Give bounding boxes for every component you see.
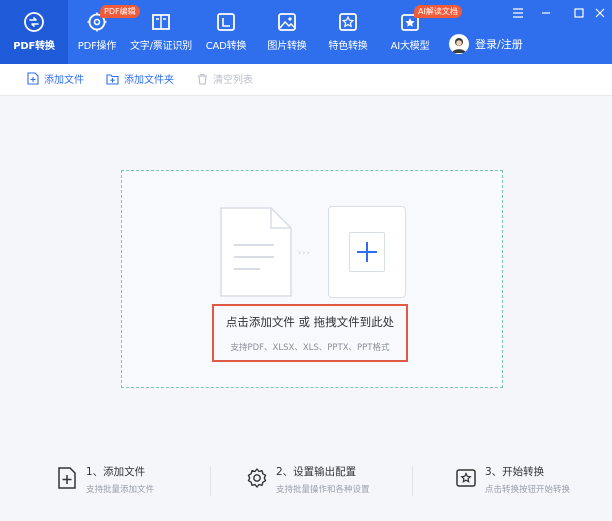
step-output-settings: 2、设置输出配置 支持批量操作和各种设置 <box>246 464 370 495</box>
step-add-file: 1、添加文件 支持批量添加文件 <box>56 464 154 495</box>
nav-tab-label: 图片转换 <box>267 41 307 52</box>
clear-list-button[interactable]: 清空列表 <box>197 71 253 86</box>
step-divider <box>210 466 211 496</box>
login-register-button[interactable]: 登录/注册 <box>449 34 523 54</box>
arrow-indicator-icon: ››› <box>298 248 311 257</box>
maximize-icon <box>574 8 584 18</box>
nav-tab-label: 特色转换 <box>328 41 368 52</box>
ai-doc-badge: AI解读文档 <box>414 5 462 18</box>
step-description: 点击转换按钮开始转换 <box>485 485 571 495</box>
add-folder-button[interactable]: 添加文件夹 <box>106 71 174 86</box>
avatar-icon <box>449 34 469 54</box>
cad-convert-icon <box>217 13 235 31</box>
nav-tab-label: AI大模型 <box>390 41 430 52</box>
add-folder-label: 添加文件夹 <box>124 75 174 86</box>
pdf-convert-icon <box>24 12 44 32</box>
login-label: 登录/注册 <box>475 38 523 51</box>
clear-list-label: 清空列表 <box>213 75 253 86</box>
document-illustration-icon <box>220 207 292 297</box>
close-button[interactable] <box>591 4 609 22</box>
drop-hint-highlight <box>212 304 408 362</box>
nav-tab-label: 文字/票证识别 <box>130 41 192 52</box>
text-recognition-icon <box>152 14 170 30</box>
nav-tab-image-convert[interactable]: 图片转换 <box>262 0 312 64</box>
step-description: 支持批量操作和各种设置 <box>276 485 370 495</box>
drop-hint-text[interactable]: 点击添加文件 或 拖拽文件到此处 <box>212 314 408 330</box>
nav-tab-cad-convert[interactable]: CAD转换 <box>201 0 251 64</box>
top-nav-bar: PDF转换 PDF操作 PDF编辑 文字/票证识别 CAD转换 图片转换 特色转… <box>0 0 612 64</box>
step-start-convert: 3、开始转换 点击转换按钮开始转换 <box>455 464 570 495</box>
special-convert-icon <box>339 13 357 31</box>
add-file-icon <box>27 72 39 85</box>
minimize-button[interactable] <box>537 4 555 22</box>
nav-tab-text-recognition[interactable]: 文字/票证识别 <box>126 0 196 64</box>
nav-tab-label: PDF转换 <box>13 41 55 52</box>
supported-formats-text: 支持PDF、XLSX、XLS、PPTX、PPT格式 <box>230 343 390 353</box>
settings-gear-icon <box>247 468 267 488</box>
plus-icon <box>357 242 377 262</box>
hamburger-menu-icon <box>513 8 523 18</box>
file-toolbar: 添加文件 添加文件夹 清空列表 <box>0 64 612 96</box>
nav-tab-label: PDF操作 <box>77 41 117 52</box>
step-title: 3、开始转换 <box>485 466 545 478</box>
step-title: 1、添加文件 <box>86 466 146 478</box>
image-convert-icon <box>278 13 296 31</box>
add-file-label: 添加文件 <box>44 75 84 86</box>
start-convert-icon <box>456 469 476 487</box>
nav-tab-label: CAD转换 <box>205 41 247 52</box>
close-icon <box>595 8 605 18</box>
step-divider <box>412 466 413 496</box>
nav-tab-pdf-convert[interactable]: PDF转换 <box>0 0 68 64</box>
add-file-button[interactable]: 添加文件 <box>27 71 84 86</box>
maximize-button[interactable] <box>570 4 588 22</box>
step-description: 支持批量添加文件 <box>86 485 155 495</box>
trash-icon <box>198 73 207 85</box>
minimize-icon <box>542 12 550 14</box>
add-folder-icon <box>106 73 119 85</box>
menu-button[interactable] <box>509 4 527 22</box>
step-title: 2、设置输出配置 <box>276 466 357 478</box>
add-file-icon <box>58 467 76 489</box>
nav-tab-special-convert[interactable]: 特色转换 <box>323 0 373 64</box>
